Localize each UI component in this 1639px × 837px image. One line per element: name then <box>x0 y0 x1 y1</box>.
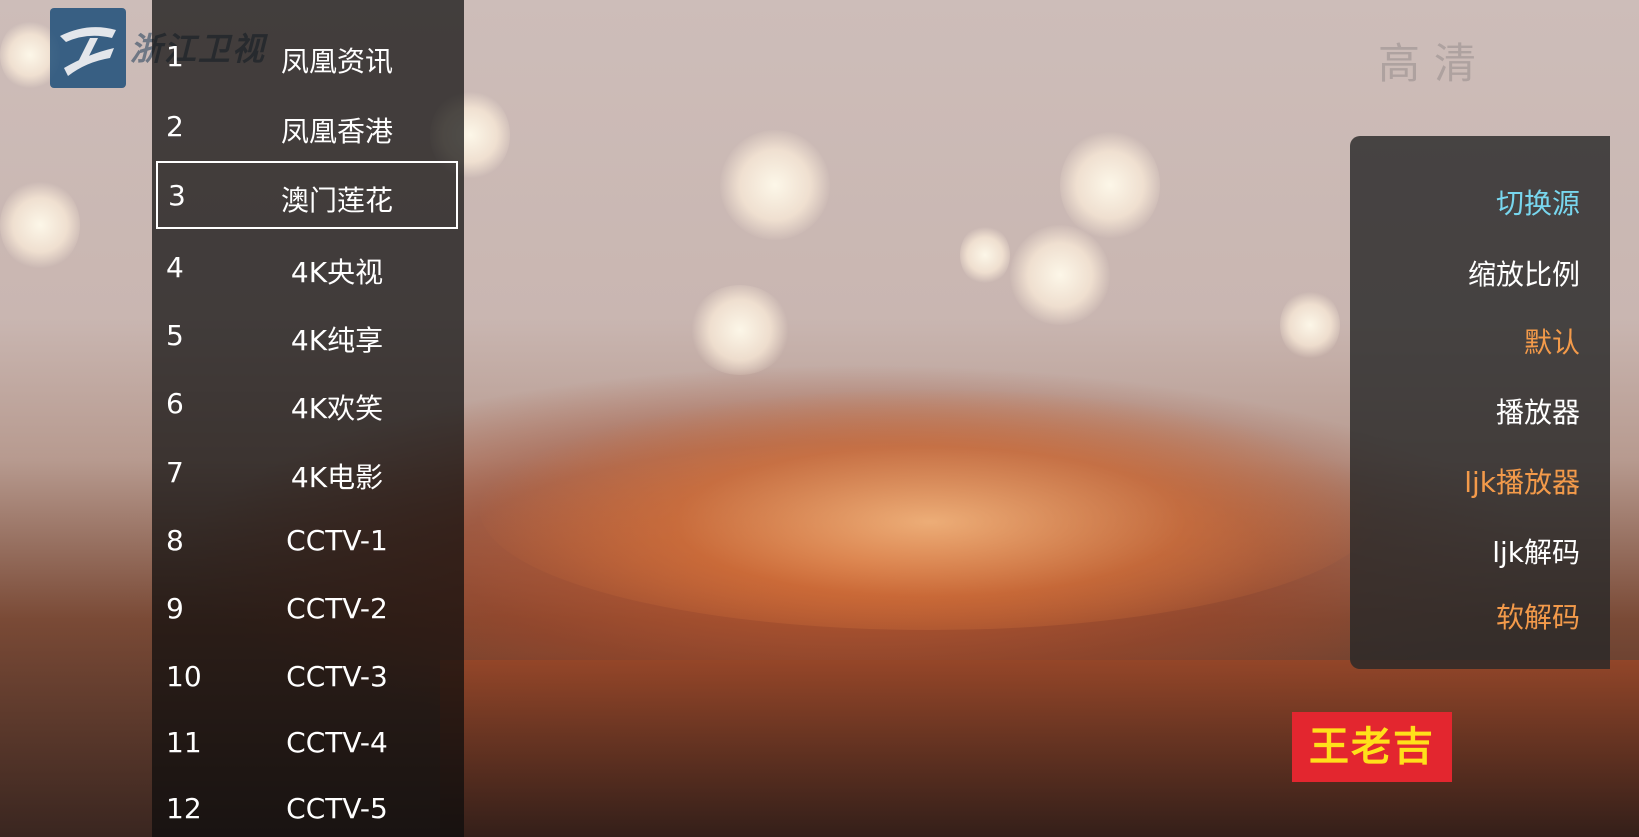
channel-item[interactable]: 9 CCTV-2 <box>156 576 458 640</box>
channel-name: CCTV-3 <box>286 660 388 693</box>
channel-logo <box>50 8 126 88</box>
option-software-decode[interactable]: 软解码 <box>1496 596 1580 636</box>
channel-list: 1 凤凰资讯 2 凤凰香港 3 澳门莲花 4 4K央视 5 4K纯享 6 4K欢… <box>152 0 464 837</box>
channel-item[interactable]: 1 凤凰资讯 <box>156 24 458 88</box>
channel-name: 澳门莲花 <box>280 184 393 217</box>
menu-zoom-ratio[interactable]: 缩放比例 <box>1468 253 1580 293</box>
menu-player[interactable]: 播放器 <box>1496 391 1580 431</box>
channel-item[interactable]: 10 CCTV-3 <box>156 644 458 708</box>
menu-switch-source[interactable]: 切换源 <box>1496 182 1580 222</box>
channel-item[interactable]: 4 4K央视 <box>156 235 458 299</box>
water-splash <box>480 390 1380 630</box>
channel-item[interactable]: 7 4K电影 <box>156 440 458 504</box>
bokeh-light <box>1060 130 1160 240</box>
settings-menu: 切换源 缩放比例 默认 播放器 ljk播放器 ljk解码 软解码 <box>1350 136 1610 669</box>
bokeh-light <box>690 285 790 375</box>
channel-name: CCTV-1 <box>286 524 388 557</box>
channel-name: 凤凰资讯 <box>280 45 393 78</box>
channel-item[interactable]: 11 CCTV-4 <box>156 710 458 774</box>
channel-name: 凤凰香港 <box>280 115 393 148</box>
channel-name: CCTV-4 <box>286 726 388 759</box>
channel-name: 4K纯享 <box>290 324 384 357</box>
channel-name: CCTV-2 <box>286 592 388 625</box>
menu-ijk-decode[interactable]: ljk解码 <box>1492 531 1580 571</box>
option-ijk-player[interactable]: ljk播放器 <box>1464 461 1580 501</box>
channel-name: CCTV-5 <box>286 792 388 825</box>
bokeh-light <box>1280 290 1340 360</box>
channel-name: 4K欢笑 <box>290 392 384 425</box>
bokeh-light <box>960 225 1010 285</box>
option-default[interactable]: 默认 <box>1524 321 1580 361</box>
advertiser-watermark: 王老吉 <box>1292 712 1452 782</box>
channel-item-selected[interactable]: 3 澳门莲花 <box>156 161 458 229</box>
channel-item[interactable]: 8 CCTV-1 <box>156 508 458 572</box>
channel-name: 4K电影 <box>290 461 384 494</box>
channel-item[interactable]: 12 CCTV-5 <box>156 776 458 837</box>
channel-item[interactable]: 2 凤凰香港 <box>156 94 458 158</box>
zhejiang-tv-logo-icon <box>60 27 116 76</box>
bokeh-light <box>1010 225 1110 325</box>
channel-item[interactable]: 6 4K欢笑 <box>156 371 458 435</box>
channel-name: 4K央视 <box>290 256 384 289</box>
quality-badge: 高清 <box>1378 39 1491 88</box>
channel-item[interactable]: 5 4K纯享 <box>156 303 458 367</box>
water-surface <box>440 660 1639 837</box>
bokeh-light <box>0 180 80 270</box>
bokeh-light <box>720 130 830 240</box>
